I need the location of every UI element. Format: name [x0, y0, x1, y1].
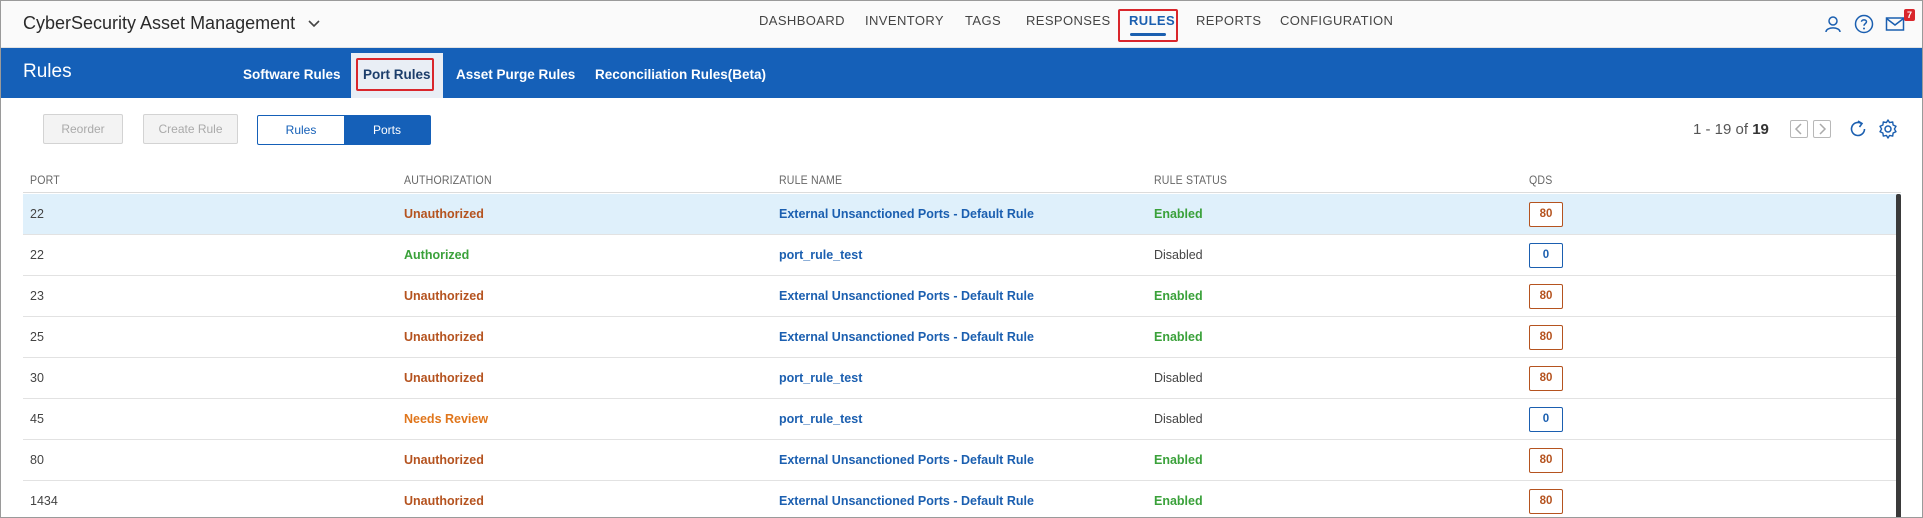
view-toggle: Rules Ports: [257, 115, 431, 145]
cell-authorization: Unauthorized: [404, 289, 484, 303]
cell-authorization: Unauthorized: [404, 494, 484, 508]
cell-port: 30: [30, 371, 44, 385]
next-page-button[interactable]: [1813, 120, 1831, 138]
mail-icon[interactable]: [1885, 14, 1905, 34]
qds-badge: 80: [1529, 202, 1563, 227]
cell-port: 22: [30, 207, 44, 221]
cell-rule-name-link[interactable]: External Unsanctioned Ports - Default Ru…: [779, 207, 1034, 221]
qds-badge: 80: [1529, 325, 1563, 350]
cell-rule-name-link[interactable]: External Unsanctioned Ports - Default Ru…: [779, 330, 1034, 344]
nav-configuration[interactable]: CONFIGURATION: [1280, 13, 1393, 28]
cell-rule-status: Disabled: [1154, 371, 1203, 385]
column-header-authorization[interactable]: AUTHORIZATION: [404, 173, 492, 187]
refresh-icon[interactable]: [1847, 118, 1869, 140]
qds-badge: 0: [1529, 243, 1563, 268]
cell-rule-name-link[interactable]: port_rule_test: [779, 248, 862, 262]
cell-rule-status: Enabled: [1154, 494, 1203, 508]
cell-authorization: Unauthorized: [404, 207, 484, 221]
app-window: CyberSecurity Asset Management DASHBOARD…: [0, 0, 1923, 518]
chevron-down-icon[interactable]: [306, 16, 322, 32]
cell-rule-name-link[interactable]: External Unsanctioned Ports - Default Ru…: [779, 289, 1034, 303]
cell-rule-status: Enabled: [1154, 453, 1203, 467]
qds-badge: 0: [1529, 407, 1563, 432]
table-scrollbar[interactable]: [1896, 194, 1901, 517]
highlight-box-rules: [1118, 9, 1178, 42]
toggle-rules[interactable]: Rules: [258, 116, 344, 144]
tab-reconciliation-rules[interactable]: Reconciliation Rules(Beta): [595, 67, 766, 82]
cell-authorization: Authorized: [404, 248, 470, 262]
cell-port: 25: [30, 330, 44, 344]
column-header-port[interactable]: PORT: [30, 173, 60, 187]
section-bar: Rules Software Rules Port Rules Asset Pu…: [1, 48, 1922, 98]
cell-port: 22: [30, 248, 44, 262]
header-divider: [23, 192, 1901, 193]
prev-page-button[interactable]: [1790, 120, 1808, 138]
tab-asset-purge-rules[interactable]: Asset Purge Rules: [456, 67, 575, 82]
reorder-button[interactable]: Reorder: [43, 114, 123, 144]
table-row[interactable]: 80 Unauthorized External Unsanctioned Po…: [23, 440, 1901, 481]
highlight-box-port-rules: [356, 58, 434, 91]
cell-port: 1434: [30, 494, 58, 508]
table-row[interactable]: 22 Unauthorized External Unsanctioned Po…: [23, 194, 1901, 235]
app-title: CyberSecurity Asset Management: [23, 13, 296, 33]
chevron-right-icon: [1819, 123, 1827, 135]
help-icon[interactable]: [1854, 14, 1874, 34]
cell-rule-name-link[interactable]: External Unsanctioned Ports - Default Ru…: [779, 453, 1034, 467]
notification-badge: 7: [1904, 9, 1915, 21]
cell-rule-name-link[interactable]: port_rule_test: [779, 412, 862, 426]
qds-badge: 80: [1529, 448, 1563, 473]
cell-authorization: Unauthorized: [404, 330, 484, 344]
cell-authorization: Unauthorized: [404, 371, 484, 385]
nav-responses[interactable]: RESPONSES: [1026, 13, 1111, 28]
cell-rule-status: Enabled: [1154, 330, 1203, 344]
nav-dashboard[interactable]: DASHBOARD: [759, 13, 845, 28]
nav-inventory[interactable]: INVENTORY: [865, 13, 944, 28]
chevron-left-icon: [1794, 123, 1802, 135]
qds-badge: 80: [1529, 489, 1563, 514]
top-bar: CyberSecurity Asset Management DASHBOARD…: [1, 1, 1922, 48]
tab-software-rules[interactable]: Software Rules: [243, 67, 341, 82]
column-header-rule-name[interactable]: RULE NAME: [779, 173, 842, 187]
table-row[interactable]: 22 Authorized port_rule_test Disabled 0: [23, 235, 1901, 276]
cell-rule-status: Disabled: [1154, 412, 1203, 426]
nav-tags[interactable]: TAGS: [965, 13, 1001, 28]
cell-rule-status: Enabled: [1154, 289, 1203, 303]
user-icon[interactable]: [1823, 14, 1843, 34]
cell-rule-name-link[interactable]: External Unsanctioned Ports - Default Ru…: [779, 494, 1034, 508]
column-header-rule-status[interactable]: RULE STATUS: [1154, 173, 1227, 187]
pagination-range: 1 - 19 of: [1693, 121, 1749, 138]
settings-gear-icon[interactable]: [1877, 118, 1899, 140]
cell-port: 80: [30, 453, 44, 467]
qds-badge: 80: [1529, 366, 1563, 391]
cell-port: 23: [30, 289, 44, 303]
qds-badge: 80: [1529, 284, 1563, 309]
column-header-qds[interactable]: QDS: [1529, 173, 1552, 187]
cell-authorization: Unauthorized: [404, 453, 484, 467]
cell-rule-status: Enabled: [1154, 207, 1203, 221]
create-rule-button[interactable]: Create Rule: [143, 114, 238, 144]
table-row[interactable]: 23 Unauthorized External Unsanctioned Po…: [23, 276, 1901, 317]
section-title: Rules: [23, 61, 72, 82]
cell-rule-status: Disabled: [1154, 248, 1203, 262]
cell-rule-name-link[interactable]: port_rule_test: [779, 371, 862, 385]
table-row[interactable]: 25 Unauthorized External Unsanctioned Po…: [23, 317, 1901, 358]
nav-reports[interactable]: REPORTS: [1196, 13, 1261, 28]
table-row[interactable]: 1434 Unauthorized External Unsanctioned …: [23, 481, 1901, 517]
table-row[interactable]: 45 Needs Review port_rule_test Disabled …: [23, 399, 1901, 440]
pagination-total: 19: [1752, 121, 1769, 138]
table-row[interactable]: 30 Unauthorized port_rule_test Disabled …: [23, 358, 1901, 399]
cell-port: 45: [30, 412, 44, 426]
rules-table-body: 22 Unauthorized External Unsanctioned Po…: [23, 194, 1901, 517]
cell-authorization: Needs Review: [404, 412, 489, 426]
pagination-info: 1 - 19 of 19: [1693, 121, 1769, 138]
toggle-ports[interactable]: Ports: [344, 116, 430, 144]
